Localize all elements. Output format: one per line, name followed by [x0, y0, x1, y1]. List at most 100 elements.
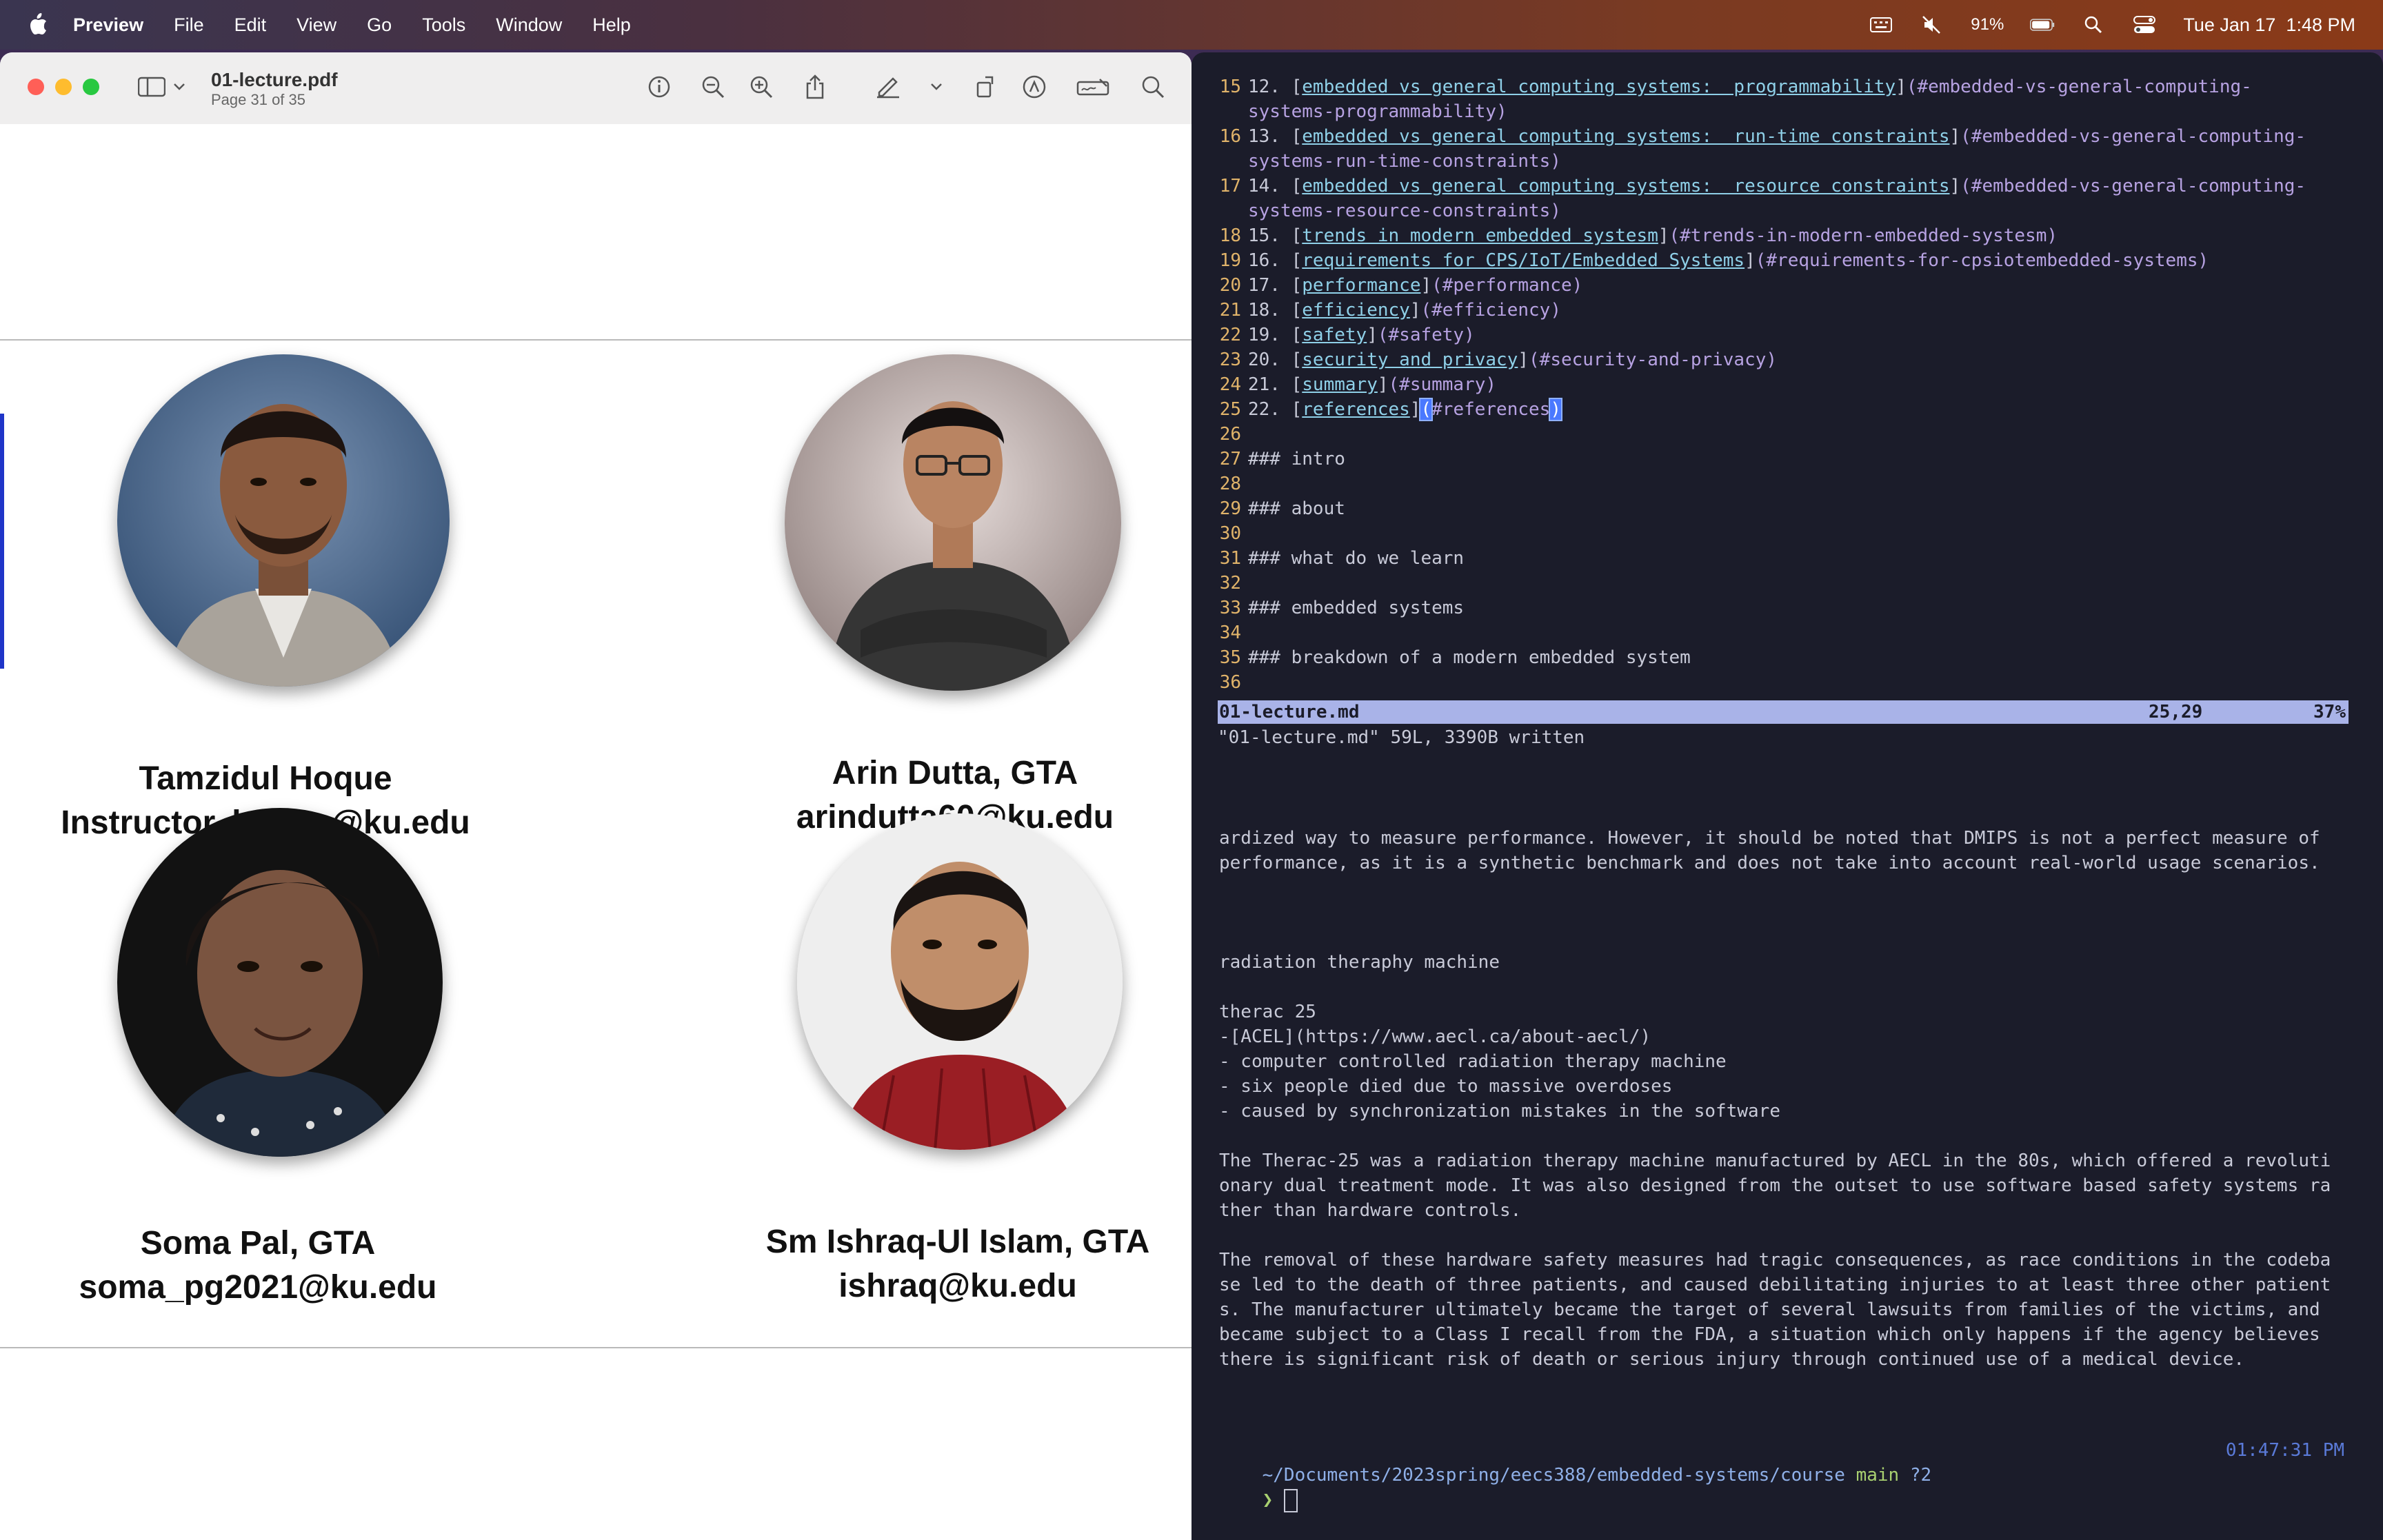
editor-line[interactable]: systems-programmability)	[1203, 99, 1507, 124]
keyboard-input-icon[interactable]	[1869, 15, 1893, 34]
editor-line[interactable]: 32	[1203, 571, 1248, 596]
editor-line[interactable]: 33 ### embedded systems	[1203, 596, 1464, 620]
markdown-link-text[interactable]: embedded vs general computing systems: r…	[1302, 176, 1949, 196]
terminal-shell-pane[interactable]: ardized way to measure performance. Howe…	[1192, 796, 2383, 1540]
editor-line[interactable]: 27 ### intro	[1203, 447, 1345, 472]
share-icon[interactable]	[800, 72, 830, 102]
markup-options-chevron-icon[interactable]	[928, 72, 945, 102]
list-number: 12.	[1248, 77, 1280, 97]
spotlight-search-icon[interactable]	[2081, 15, 2106, 34]
menu-tools[interactable]: Tools	[422, 14, 465, 36]
editor-line[interactable]: 35 ### breakdown of a modern embedded sys…	[1203, 645, 1691, 670]
editor-line[interactable]: 31 ### what do we learn	[1203, 546, 1464, 571]
editor-line[interactable]: systems-resource-constraints)	[1203, 199, 1561, 223]
person-detail-3: soma_pg2021@ku.edu	[79, 1269, 437, 1306]
markdown-link-anchor: (#embedded-vs-general-computing-	[1960, 176, 2306, 196]
editor-line[interactable]: 28	[1203, 472, 1248, 496]
menu-help[interactable]: Help	[592, 14, 631, 36]
editor-line[interactable]: 17 14. [embedded vs general computing sys…	[1203, 174, 2306, 199]
editor-line[interactable]: 16 13. [embedded vs general computing sys…	[1203, 124, 2306, 149]
wrapped-line: systems-run-time-constraints)	[1248, 151, 1561, 172]
markdown-link-text[interactable]: requirements for CPS/IoT/Embedded System…	[1302, 250, 1744, 271]
vim-editor-pane[interactable]: 15 12. [embedded vs general computing sys…	[1192, 52, 2383, 798]
editor-line[interactable]: 34	[1203, 620, 1248, 645]
zoom-window-button[interactable]	[83, 79, 99, 95]
vim-status-line: 01-lecture.md 25,29 37%	[1218, 700, 2349, 724]
markdown-link-anchor: (#efficiency)	[1420, 300, 1561, 321]
markdown-link-text[interactable]: references	[1302, 399, 1410, 420]
editor-line[interactable]: systems-run-time-constraints)	[1203, 149, 1561, 174]
editor-line[interactable]: 21 18. [efficiency](#efficiency)	[1203, 298, 1561, 323]
sidebar-toggle-icon[interactable]	[137, 72, 167, 102]
markdown-link-anchor: (#performance)	[1431, 275, 1583, 296]
mute-icon[interactable]	[1920, 15, 1944, 34]
minimize-window-button[interactable]	[55, 79, 72, 95]
shell-output-line: onary dual treatment mode. It was also d…	[1219, 1175, 2331, 1196]
line-number: 34	[1219, 622, 1241, 643]
editor-line[interactable]: 25 22. [references](#references)	[1203, 397, 1562, 422]
person-name-3: Soma Pal, GTA	[140, 1225, 376, 1262]
slide-bottom-border	[0, 1347, 1192, 1348]
shell-output-line: therac 25	[1219, 1002, 1316, 1022]
avatar-tamzidul-hoque	[117, 354, 450, 687]
shell-prompt-line: ~/Documents/2023spring/eecs388/embedded-…	[1219, 1438, 1932, 1512]
markdown-link-text[interactable]: safety	[1302, 325, 1367, 345]
markdown-link-text[interactable]: efficiency	[1302, 300, 1410, 321]
editor-line[interactable]: 18 15. [trends in modern embedded systesm…	[1203, 223, 2058, 248]
prompt-symbol: ❯	[1262, 1490, 1274, 1510]
line-text: ### what do we learn	[1248, 548, 1465, 569]
control-center-icon[interactable]	[2132, 15, 2157, 34]
editor-line[interactable]: 15 12. [embedded vs general computing sys…	[1203, 74, 2252, 99]
shell-output-line: there is significant risk of death or se…	[1219, 1349, 2245, 1370]
menu-bar: Preview File Edit View Go Tools Window H…	[0, 0, 2383, 50]
line-number: 33	[1219, 598, 1241, 618]
shell-output-line: The removal of these hardware safety mea…	[1219, 1250, 2331, 1270]
markup-pen-icon[interactable]	[873, 72, 903, 102]
editor-line[interactable]: 24 21. [summary](#summary)	[1203, 372, 1496, 397]
annotate-icon[interactable]	[1019, 72, 1049, 102]
app-menu-preview[interactable]: Preview	[73, 14, 143, 36]
menu-edit[interactable]: Edit	[234, 14, 267, 36]
rotate-icon[interactable]	[971, 72, 1001, 102]
markdown-link-anchor: (#summary)	[1388, 374, 1497, 395]
line-number: 21	[1219, 300, 1241, 321]
markdown-link-anchor: (#embedded-vs-general-computing-	[1960, 126, 2306, 147]
editor-line[interactable]: 29 ### about	[1203, 496, 1345, 521]
apple-menu-icon[interactable]	[26, 12, 50, 38]
menu-view[interactable]: View	[296, 14, 336, 36]
editor-line[interactable]: 30	[1203, 521, 1248, 546]
preview-window: 01-lecture.pdf Page 31 of 35 Tamzidul Ho…	[0, 52, 1192, 1540]
editor-line[interactable]: 20 17. [performance](#performance)	[1203, 273, 1583, 298]
shell-output-line: radiation theraphy machine	[1219, 952, 1500, 973]
battery-icon[interactable]	[2030, 15, 2055, 34]
list-number: 21.	[1248, 374, 1280, 395]
markdown-link-text[interactable]: embedded vs general computing systems: p…	[1302, 77, 1896, 97]
markdown-link-text[interactable]: embedded vs general computing systems: r…	[1302, 126, 1949, 147]
zoom-out-icon[interactable]	[698, 72, 728, 102]
shell-output-line: - computer controlled radiation therapy …	[1219, 1051, 1727, 1072]
signature-icon[interactable]	[1076, 72, 1110, 102]
line-number: 17	[1219, 176, 1241, 196]
editor-line[interactable]: 23 20. [security and privacy](#security-a…	[1203, 347, 1777, 372]
menu-go[interactable]: Go	[367, 14, 392, 36]
sidebar-options-chevron-icon[interactable]	[171, 72, 188, 102]
menu-file[interactable]: File	[174, 14, 204, 36]
editor-line[interactable]: 19 16. [requirements for CPS/IoT/Embedded…	[1203, 248, 2209, 273]
editor-line[interactable]: 22 19. [safety](#safety)	[1203, 323, 1475, 347]
clock[interactable]: Tue Jan 17 1:48 PM	[2183, 14, 2355, 36]
markdown-link-text[interactable]: security and privacy	[1302, 349, 1518, 370]
markdown-link-text[interactable]: trends in modern embedded systesm	[1302, 225, 1658, 246]
shell-input-line[interactable]: ❯	[1219, 1463, 1298, 1537]
close-window-button[interactable]	[28, 79, 44, 95]
markdown-link-text[interactable]: performance	[1302, 275, 1420, 296]
info-icon[interactable]	[644, 72, 674, 102]
editor-line[interactable]: 26	[1203, 422, 1248, 447]
prompt-git-branch: main	[1856, 1465, 1900, 1486]
search-icon[interactable]	[1138, 72, 1168, 102]
zoom-in-icon[interactable]	[746, 72, 776, 102]
editor-line[interactable]: 36	[1203, 670, 1248, 695]
line-number: 26	[1219, 424, 1241, 445]
markdown-link-text[interactable]: summary	[1302, 374, 1378, 395]
pdf-page[interactable]: Tamzidul Hoque Instructor, hoque@ku.edu …	[0, 124, 1192, 1540]
menu-window[interactable]: Window	[496, 14, 562, 36]
